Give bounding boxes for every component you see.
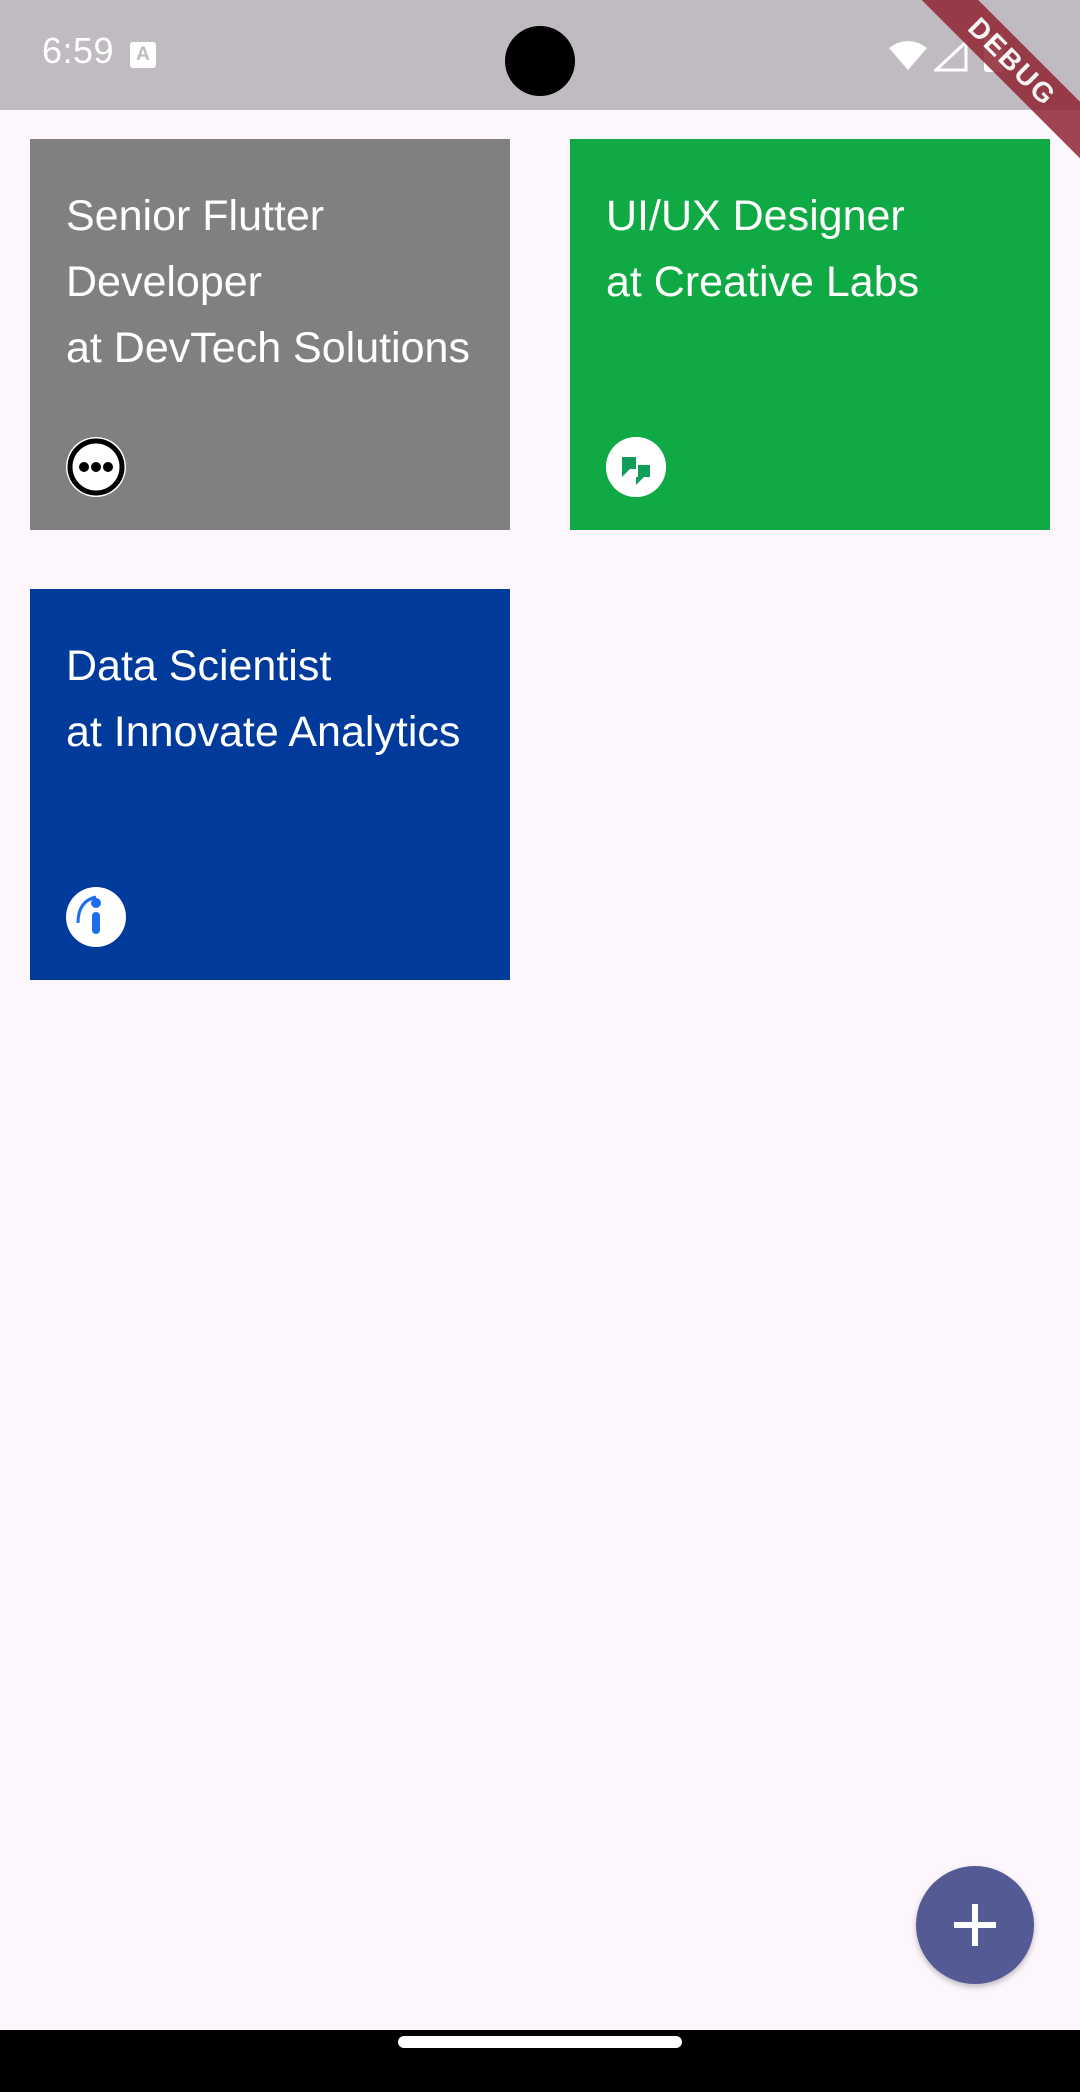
plus-icon (954, 1904, 996, 1946)
camera-cutout (505, 26, 575, 96)
cellular-signal-icon (934, 40, 968, 72)
job-title-line-1: UI/UX Designer (606, 192, 905, 240)
quote-icon (606, 437, 666, 497)
job-card-creative-labs[interactable]: UI/UX Designer at Creative Labs (570, 139, 1050, 530)
status-time: 6:59 (42, 30, 115, 71)
job-card-innovate-analytics[interactable]: Data Scientist at Innovate Analytics (30, 589, 510, 980)
job-card-title: UI/UX Designer at Creative Labs (606, 183, 1026, 315)
home-gesture-handle[interactable] (398, 2036, 682, 2048)
add-job-button[interactable] (916, 1866, 1034, 1984)
info-icon (66, 887, 126, 947)
job-card-title: Senior Flutter Developer at DevTech Solu… (66, 183, 486, 381)
job-card-title: Data Scientist at Innovate Analytics (66, 633, 486, 765)
job-card-devtech[interactable]: Senior Flutter Developer at DevTech Solu… (30, 139, 510, 530)
wifi-icon (889, 41, 927, 70)
job-company: at Innovate Analytics (66, 708, 461, 756)
keyboard-notification-icon (130, 42, 156, 68)
job-company: at Creative Labs (606, 258, 920, 306)
more-horizontal-icon (66, 437, 126, 497)
job-title-line-2: Developer (66, 258, 262, 306)
job-company: at DevTech Solutions (66, 324, 470, 372)
job-title-line-1: Senior Flutter (66, 192, 325, 240)
job-title-line-1: Data Scientist (66, 642, 332, 690)
status-bar: 6:59 (0, 0, 1080, 110)
